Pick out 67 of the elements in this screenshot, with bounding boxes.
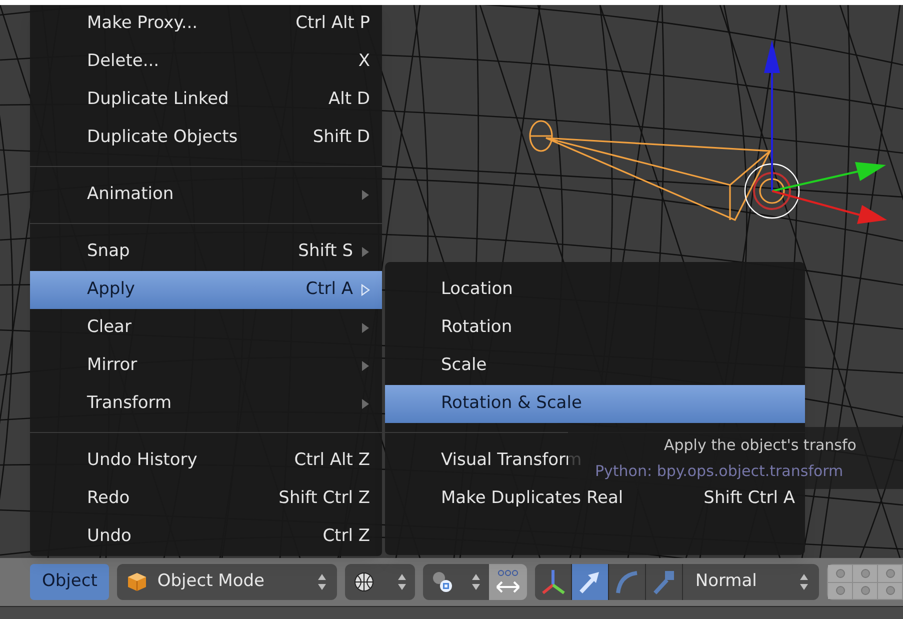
menu-item[interactable]: Rotation xyxy=(385,309,805,347)
menu-item[interactable]: Mirror xyxy=(30,347,382,385)
axes-icon xyxy=(539,567,568,597)
menu-item-label: Clear xyxy=(87,316,132,340)
menu-item[interactable]: Clear xyxy=(30,309,382,347)
submenu-arrow-icon xyxy=(361,398,370,410)
menu-item[interactable]: Duplicate Linked Alt D xyxy=(30,81,382,119)
menu-item[interactable]: Make Proxy... Ctrl Alt P xyxy=(30,5,382,43)
menu-item-label: Redo xyxy=(87,487,130,510)
up-down-arrows-icon xyxy=(471,573,482,591)
globe-icon xyxy=(353,571,376,593)
shortcut-label: Alt D xyxy=(328,88,370,112)
menu-item[interactable]: Animation xyxy=(30,176,382,214)
menu-item-label: Duplicate Linked xyxy=(87,88,229,112)
menu-item-label: Undo History xyxy=(87,449,198,472)
menu-item-label: Rotation xyxy=(441,316,512,340)
object-menu-button[interactable]: Object xyxy=(30,564,110,600)
up-down-arrows-icon xyxy=(317,573,328,591)
viewport-shading-dropdown[interactable] xyxy=(345,564,416,600)
shortcut-label: Ctrl Alt Z xyxy=(294,449,370,472)
menu-item[interactable]: Undo Ctrl Z xyxy=(30,518,382,556)
menu-item[interactable]: Transform xyxy=(30,385,382,423)
shortcut-label: Shift Ctrl A xyxy=(704,487,795,510)
submenu-arrow-icon xyxy=(361,189,370,201)
menu-item[interactable]: Duplicate Objects Shift D xyxy=(30,119,382,157)
menu-item-label: Snap xyxy=(87,240,130,264)
menu-item-label: Apply xyxy=(87,278,135,302)
menu-item-label: Animation xyxy=(87,183,174,206)
menu-item[interactable]: Snap Shift S xyxy=(30,233,382,271)
menu-item[interactable]: Delete... X xyxy=(30,43,382,81)
shortcut-label: Ctrl Z xyxy=(322,525,370,548)
cube-icon xyxy=(127,572,148,592)
menu-item[interactable]: Apply Ctrl A xyxy=(30,271,382,309)
menu-item-label: Make Duplicates Real xyxy=(441,487,624,510)
pivot-dropdown[interactable] xyxy=(423,564,490,600)
submenu-arrow-icon xyxy=(361,322,370,334)
menu-item[interactable]: Scale xyxy=(385,347,805,385)
menu-item-label: Mirror xyxy=(87,354,138,378)
submenu-arrow-icon xyxy=(361,246,370,258)
manipulator-toggle[interactable] xyxy=(572,564,610,600)
menu-item-label: Scale xyxy=(441,354,487,378)
menu-item[interactable]: Location xyxy=(385,271,805,309)
menu-item[interactable]: Undo History Ctrl Alt Z xyxy=(30,442,382,480)
snap-toggle[interactable] xyxy=(489,564,528,600)
menu-item-label: Duplicate Objects xyxy=(87,126,238,150)
menu-item-label: Rotation & Scale xyxy=(441,392,582,416)
menu-item[interactable]: Rotation & Scale xyxy=(385,385,805,423)
submenu-arrow-icon xyxy=(361,360,370,372)
menu-item[interactable]: Redo Shift Ctrl Z xyxy=(30,480,382,518)
mode-dropdown[interactable]: Object Mode xyxy=(117,564,338,600)
menu-item-label: Location xyxy=(441,278,513,302)
tooltip-python: Python: bpy.ops.object.transform xyxy=(594,461,844,482)
shortcut-label: Shift Ctrl Z xyxy=(278,487,370,510)
shortcut-label: X xyxy=(358,50,370,74)
menu-item-label: Undo xyxy=(87,525,132,548)
up-down-arrows-icon xyxy=(397,573,408,591)
shortcut-label: Ctrl Alt P xyxy=(296,12,370,36)
menu-item-label: Make Proxy... xyxy=(87,12,198,36)
menu-item-label: Delete... xyxy=(87,50,160,74)
shortcut-label: Ctrl A xyxy=(306,278,353,302)
shortcut-label: Shift D xyxy=(312,126,370,150)
up-down-arrows-icon xyxy=(799,573,810,591)
shortcut-label: Shift S xyxy=(298,240,353,264)
tooltip-description: Apply the object's transfo xyxy=(663,434,858,456)
menu-item-label: Transform xyxy=(87,392,172,416)
submenu-arrow-icon xyxy=(361,284,370,296)
manipulator-toggle[interactable] xyxy=(535,564,572,600)
